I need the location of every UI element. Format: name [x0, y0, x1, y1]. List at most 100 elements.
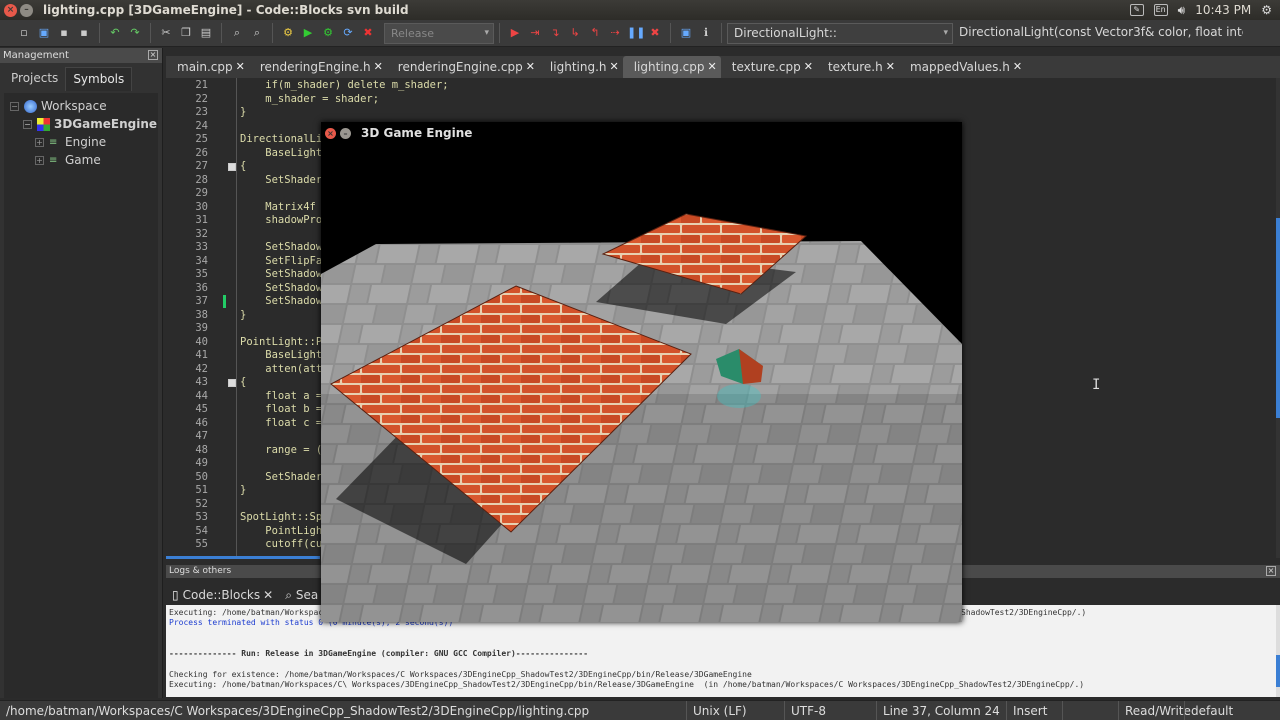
abort-icon[interactable]: ✖ — [360, 25, 376, 41]
tab-renderingengine-cpp[interactable]: renderingEngine.cpp ✕ — [387, 56, 539, 78]
code-line[interactable]: range = ( — [240, 444, 322, 458]
expand-icon[interactable]: + — [35, 137, 44, 147]
code-line[interactable]: float a = — [240, 390, 322, 404]
pause-icon[interactable]: ❚❚ — [627, 25, 645, 41]
editor-horizontal-scrollbar[interactable] — [166, 556, 320, 559]
paste-icon[interactable]: ▤ — [198, 25, 214, 41]
close-panel-icon[interactable]: × — [1266, 566, 1276, 576]
build-and-run-icon[interactable]: ⚙ — [320, 25, 336, 41]
code-line[interactable]: { — [240, 376, 246, 390]
game-window[interactable]: × – 3D Game Engine — [321, 122, 962, 622]
replace-icon[interactable]: ⌕ — [249, 25, 265, 41]
close-tab-icon[interactable]: ✕ — [236, 56, 245, 78]
new-file-icon[interactable]: ▫ — [16, 25, 32, 41]
code-line[interactable]: SpotLight::Sp — [240, 511, 322, 525]
code-line[interactable]: SetShader — [240, 174, 322, 188]
code-line[interactable]: PointLight::P — [240, 336, 322, 350]
collapse-icon[interactable]: − — [23, 119, 32, 129]
debug-windows-icon[interactable]: ▣ — [678, 25, 694, 41]
step-into-icon[interactable]: ↳ — [567, 25, 583, 41]
rebuild-icon[interactable]: ⟳ — [340, 25, 356, 41]
tree-folder-engine[interactable]: + ≡ Engine — [4, 133, 158, 151]
code-line[interactable]: m_shader = shader; — [240, 93, 379, 107]
code-line[interactable]: SetShadow — [240, 295, 322, 309]
tab-lighting-h[interactable]: lighting.h ✕ — [539, 56, 623, 78]
code-line[interactable]: shadowPro — [240, 214, 322, 228]
next-instruction-icon[interactable]: ⇢ — [607, 25, 623, 41]
game-viewport[interactable] — [321, 144, 962, 622]
minimize-window-button[interactable]: – — [340, 127, 351, 139]
power-icon[interactable]: ⚙ — [1261, 3, 1272, 17]
tab-texture-cpp[interactable]: texture.cpp ✕ — [721, 56, 817, 78]
close-tab-icon[interactable]: ✕ — [610, 56, 619, 78]
clock[interactable]: 10:43 PM — [1195, 3, 1251, 17]
tab-codeblocks-log[interactable]: ▯ Code::Blocks ✕ — [166, 585, 280, 605]
tree-workspace[interactable]: − Workspace — [4, 97, 158, 115]
code-line[interactable]: } — [240, 106, 246, 120]
code-line[interactable]: cutoff(cu — [240, 538, 322, 552]
debug-icon[interactable]: ▶ — [507, 25, 523, 41]
close-tab-icon[interactable]: ✕ — [263, 588, 273, 602]
info-icon[interactable]: ℹ — [698, 25, 714, 41]
tab-projects[interactable]: Projects — [4, 67, 65, 91]
code-line[interactable]: } — [240, 484, 246, 498]
undo-icon[interactable]: ↶ — [107, 25, 123, 41]
code-line[interactable]: if(m_shader) delete m_shader; — [240, 79, 448, 93]
run-icon[interactable]: ▶ — [300, 25, 316, 41]
expand-icon[interactable]: + — [35, 155, 44, 165]
tab-symbols[interactable]: Symbols — [65, 67, 133, 91]
tree-project[interactable]: − 3DGameEngine — [4, 115, 158, 133]
keyboard-layout-indicator[interactable]: En — [1153, 4, 1168, 16]
code-line[interactable]: atten(att — [240, 363, 322, 377]
find-icon[interactable]: ⌕ — [229, 25, 245, 41]
next-line-icon[interactable]: ↴ — [547, 25, 563, 41]
close-tab-icon[interactable]: ✕ — [804, 56, 813, 78]
clipboard-icon[interactable]: ✎ — [1129, 4, 1144, 16]
code-line[interactable]: } — [240, 309, 246, 323]
code-line[interactable]: SetFlipFa — [240, 255, 322, 269]
close-tab-icon[interactable]: ✕ — [708, 56, 717, 78]
volume-icon[interactable]: 🔊︎ — [1178, 3, 1186, 18]
close-tab-icon[interactable]: ✕ — [886, 56, 895, 78]
tab-main-cpp[interactable]: main.cpp ✕ — [166, 56, 249, 78]
tab-search-results[interactable]: ⌕ Sea — [279, 585, 324, 605]
editor-scrollbar-thumb[interactable] — [1276, 218, 1280, 418]
step-out-icon[interactable]: ↰ — [587, 25, 603, 41]
cut-icon[interactable]: ✂ — [158, 25, 174, 41]
tab-renderingengine-h[interactable]: renderingEngine.h ✕ — [249, 56, 387, 78]
close-tab-icon[interactable]: ✕ — [1013, 56, 1022, 78]
fold-marker-icon[interactable] — [228, 163, 236, 171]
code-line[interactable]: { — [240, 160, 246, 174]
build-icon[interactable]: ⚙ — [280, 25, 296, 41]
code-line[interactable]: Matrix4f — [240, 201, 316, 215]
open-file-icon[interactable]: ▣ — [36, 25, 52, 41]
code-line[interactable]: SetShadow — [240, 241, 322, 255]
code-line[interactable]: BaseLight — [240, 349, 322, 363]
log-scrollbar[interactable] — [1276, 605, 1280, 697]
collapse-icon[interactable]: − — [10, 101, 19, 111]
code-line[interactable]: PointLigh — [240, 525, 322, 539]
code-line[interactable]: DirectionalLi — [240, 133, 322, 147]
save-icon[interactable]: ▪ — [56, 25, 72, 41]
save-all-icon[interactable]: ▪ — [76, 25, 92, 41]
tree-folder-game[interactable]: + ≡ Game — [4, 151, 158, 169]
function-select[interactable]: DirectionalLight(const Vector3f& color, … — [953, 23, 1243, 44]
run-to-cursor-icon[interactable]: ⇥ — [527, 25, 543, 41]
fold-marker-icon[interactable] — [228, 379, 236, 387]
code-line[interactable]: float c = — [240, 417, 322, 431]
copy-icon[interactable]: ❐ — [178, 25, 194, 41]
close-window-button[interactable]: × — [4, 3, 17, 17]
tab-texture-h[interactable]: texture.h ✕ — [817, 56, 899, 78]
log-scrollbar-thumb[interactable] — [1276, 655, 1280, 687]
redo-icon[interactable]: ↷ — [127, 25, 143, 41]
code-line[interactable]: float b = — [240, 403, 322, 417]
code-line[interactable]: SetShader — [240, 471, 322, 485]
code-line[interactable]: SetShadow — [240, 268, 322, 282]
editor-scrollbar[interactable] — [1276, 78, 1280, 558]
build-target-select[interactable]: Release ▾ — [384, 22, 494, 44]
minimize-window-button[interactable]: – — [20, 3, 33, 17]
close-tab-icon[interactable]: ✕ — [374, 56, 383, 78]
scope-select[interactable]: DirectionalLight:: ▾ — [727, 22, 953, 44]
tab-mappedvalues-h[interactable]: mappedValues.h ✕ — [899, 56, 1026, 78]
close-window-button[interactable]: × — [325, 127, 336, 139]
